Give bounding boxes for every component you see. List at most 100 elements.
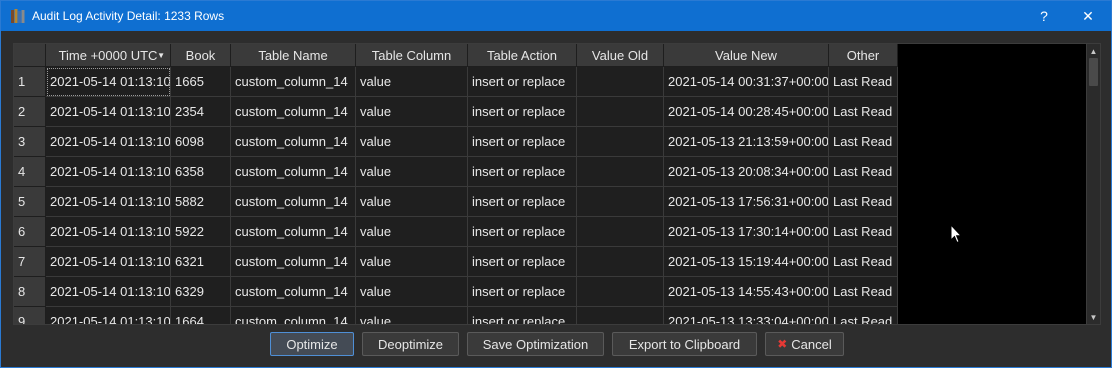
table-cell-table-action[interactable]: insert or replace bbox=[468, 307, 577, 324]
title-bar[interactable]: Audit Log Activity Detail: 1233 Rows ? ✕ bbox=[1, 1, 1111, 31]
row-header[interactable]: 3 bbox=[14, 127, 46, 157]
optimize-button[interactable]: Optimize bbox=[270, 332, 354, 356]
table-cell-table-column[interactable]: value bbox=[356, 307, 468, 324]
table-cell-value-old[interactable] bbox=[577, 127, 664, 157]
table-cell-value-new[interactable]: 2021-05-13 17:56:31+00:00 bbox=[664, 187, 829, 217]
scroll-up-icon[interactable]: ▲ bbox=[1087, 44, 1100, 58]
column-header-table-name[interactable]: Table Name bbox=[231, 44, 356, 67]
table-cell-table-column[interactable]: value bbox=[356, 67, 468, 97]
table-cell-table-name[interactable]: custom_column_14 bbox=[231, 307, 356, 324]
table-cell-book[interactable]: 6098 bbox=[171, 127, 231, 157]
column-header-other[interactable]: Other bbox=[829, 44, 898, 67]
table-cell-table-column[interactable]: value bbox=[356, 97, 468, 127]
table-cell-value-old[interactable] bbox=[577, 97, 664, 127]
table-cell-other[interactable]: Last Read bbox=[829, 187, 898, 217]
table-cell-table-action[interactable]: insert or replace bbox=[468, 97, 577, 127]
scroll-thumb[interactable] bbox=[1089, 58, 1098, 86]
table-cell-other[interactable]: Last Read bbox=[829, 67, 898, 97]
table-cell-table-name[interactable]: custom_column_14 bbox=[231, 277, 356, 307]
table-cell-time[interactable]: 2021-05-14 01:13:10 bbox=[46, 307, 171, 324]
table-cell-time[interactable]: 2021-05-14 01:13:10 bbox=[46, 187, 171, 217]
audit-log-table[interactable]: Time +0000 UTC ▼ Book Table Name Table Colum… bbox=[13, 43, 1101, 325]
table-cell-other[interactable]: Last Read bbox=[829, 157, 898, 187]
table-cell-table-name[interactable]: custom_column_14 bbox=[231, 217, 356, 247]
table-cell-time[interactable]: 2021-05-14 01:13:10 bbox=[46, 277, 171, 307]
table-cell-other[interactable]: Last Read bbox=[829, 277, 898, 307]
help-button[interactable]: ? bbox=[1021, 1, 1067, 31]
cancel-button[interactable]: ✖ Cancel bbox=[765, 332, 844, 356]
row-header[interactable]: 1 bbox=[14, 67, 46, 97]
table-cell-book[interactable]: 5922 bbox=[171, 217, 231, 247]
row-header[interactable]: 6 bbox=[14, 217, 46, 247]
table-cell-table-name[interactable]: custom_column_14 bbox=[231, 127, 356, 157]
row-header[interactable]: 2 bbox=[14, 97, 46, 127]
table-cell-value-old[interactable] bbox=[577, 217, 664, 247]
table-cell-value-new[interactable]: 2021-05-13 20:08:34+00:00 bbox=[664, 157, 829, 187]
table-cell-table-column[interactable]: value bbox=[356, 277, 468, 307]
table-cell-table-name[interactable]: custom_column_14 bbox=[231, 97, 356, 127]
table-cell-book[interactable]: 6358 bbox=[171, 157, 231, 187]
table-cell-time[interactable]: 2021-05-14 01:13:10 bbox=[46, 97, 171, 127]
table-cell-value-new[interactable]: 2021-05-14 00:31:37+00:00 bbox=[664, 67, 829, 97]
table-cell-book[interactable]: 2354 bbox=[171, 97, 231, 127]
column-header-table-action[interactable]: Table Action bbox=[468, 44, 577, 67]
table-cell-value-old[interactable] bbox=[577, 307, 664, 324]
row-header[interactable]: 4 bbox=[14, 157, 46, 187]
table-cell-book[interactable]: 1664 bbox=[171, 307, 231, 324]
table-cell-table-action[interactable]: insert or replace bbox=[468, 157, 577, 187]
table-cell-table-column[interactable]: value bbox=[356, 127, 468, 157]
table-cell-table-name[interactable]: custom_column_14 bbox=[231, 187, 356, 217]
deoptimize-button[interactable]: Deoptimize bbox=[362, 332, 459, 356]
column-header-value-new[interactable]: Value New bbox=[664, 44, 829, 67]
table-cell-value-new[interactable]: 2021-05-13 13:33:04+00:00 bbox=[664, 307, 829, 324]
table-cell-book[interactable]: 5882 bbox=[171, 187, 231, 217]
scroll-down-icon[interactable]: ▼ bbox=[1087, 310, 1100, 324]
table-cell-value-new[interactable]: 2021-05-14 00:28:45+00:00 bbox=[664, 97, 829, 127]
table-cell-other[interactable]: Last Read bbox=[829, 217, 898, 247]
table-cell-value-old[interactable] bbox=[577, 247, 664, 277]
table-cell-other[interactable]: Last Read bbox=[829, 307, 898, 324]
column-header-time[interactable]: Time +0000 UTC ▼ bbox=[46, 44, 171, 67]
column-header-book[interactable]: Book bbox=[171, 44, 231, 67]
vertical-scrollbar[interactable]: ▲ ▼ bbox=[1086, 44, 1100, 324]
table-cell-book[interactable]: 6329 bbox=[171, 277, 231, 307]
table-cell-time[interactable]: 2021-05-14 01:13:10 bbox=[46, 67, 171, 97]
row-header[interactable]: 8 bbox=[14, 277, 46, 307]
table-cell-time[interactable]: 2021-05-14 01:13:10 bbox=[46, 127, 171, 157]
table-cell-table-action[interactable]: insert or replace bbox=[468, 67, 577, 97]
table-cell-value-old[interactable] bbox=[577, 157, 664, 187]
table-cell-other[interactable]: Last Read bbox=[829, 97, 898, 127]
table-cell-time[interactable]: 2021-05-14 01:13:10 bbox=[46, 247, 171, 277]
row-header[interactable]: 5 bbox=[14, 187, 46, 217]
table-cell-value-old[interactable] bbox=[577, 277, 664, 307]
table-cell-time[interactable]: 2021-05-14 01:13:10 bbox=[46, 217, 171, 247]
table-cell-table-action[interactable]: insert or replace bbox=[468, 127, 577, 157]
table-cell-table-name[interactable]: custom_column_14 bbox=[231, 247, 356, 277]
table-cell-table-column[interactable]: value bbox=[356, 187, 468, 217]
table-cell-value-new[interactable]: 2021-05-13 21:13:59+00:00 bbox=[664, 127, 829, 157]
column-header-value-old[interactable]: Value Old bbox=[577, 44, 664, 67]
row-header[interactable]: 9 bbox=[14, 307, 46, 324]
table-cell-other[interactable]: Last Read bbox=[829, 127, 898, 157]
table-cell-book[interactable]: 6321 bbox=[171, 247, 231, 277]
close-icon[interactable]: ✕ bbox=[1065, 1, 1111, 31]
table-cell-table-column[interactable]: value bbox=[356, 247, 468, 277]
table-cell-value-old[interactable] bbox=[577, 67, 664, 97]
column-header-table-column[interactable]: Table Column bbox=[356, 44, 468, 67]
table-cell-table-name[interactable]: custom_column_14 bbox=[231, 67, 356, 97]
export-clipboard-button[interactable]: Export to Clipboard bbox=[612, 332, 757, 356]
table-cell-value-old[interactable] bbox=[577, 187, 664, 217]
table-cell-table-name[interactable]: custom_column_14 bbox=[231, 157, 356, 187]
table-cell-table-action[interactable]: insert or replace bbox=[468, 187, 577, 217]
table-cell-table-action[interactable]: insert or replace bbox=[468, 277, 577, 307]
save-optimization-button[interactable]: Save Optimization bbox=[467, 332, 604, 356]
row-header[interactable]: 7 bbox=[14, 247, 46, 277]
table-cell-other[interactable]: Last Read bbox=[829, 247, 898, 277]
table-cell-table-action[interactable]: insert or replace bbox=[468, 217, 577, 247]
table-cell-value-new[interactable]: 2021-05-13 15:19:44+00:00 bbox=[664, 247, 829, 277]
table-cell-table-action[interactable]: insert or replace bbox=[468, 247, 577, 277]
table-cell-table-column[interactable]: value bbox=[356, 157, 468, 187]
table-cell-time[interactable]: 2021-05-14 01:13:10 bbox=[46, 157, 171, 187]
table-cell-value-new[interactable]: 2021-05-13 17:30:14+00:00 bbox=[664, 217, 829, 247]
table-cell-value-new[interactable]: 2021-05-13 14:55:43+00:00 bbox=[664, 277, 829, 307]
